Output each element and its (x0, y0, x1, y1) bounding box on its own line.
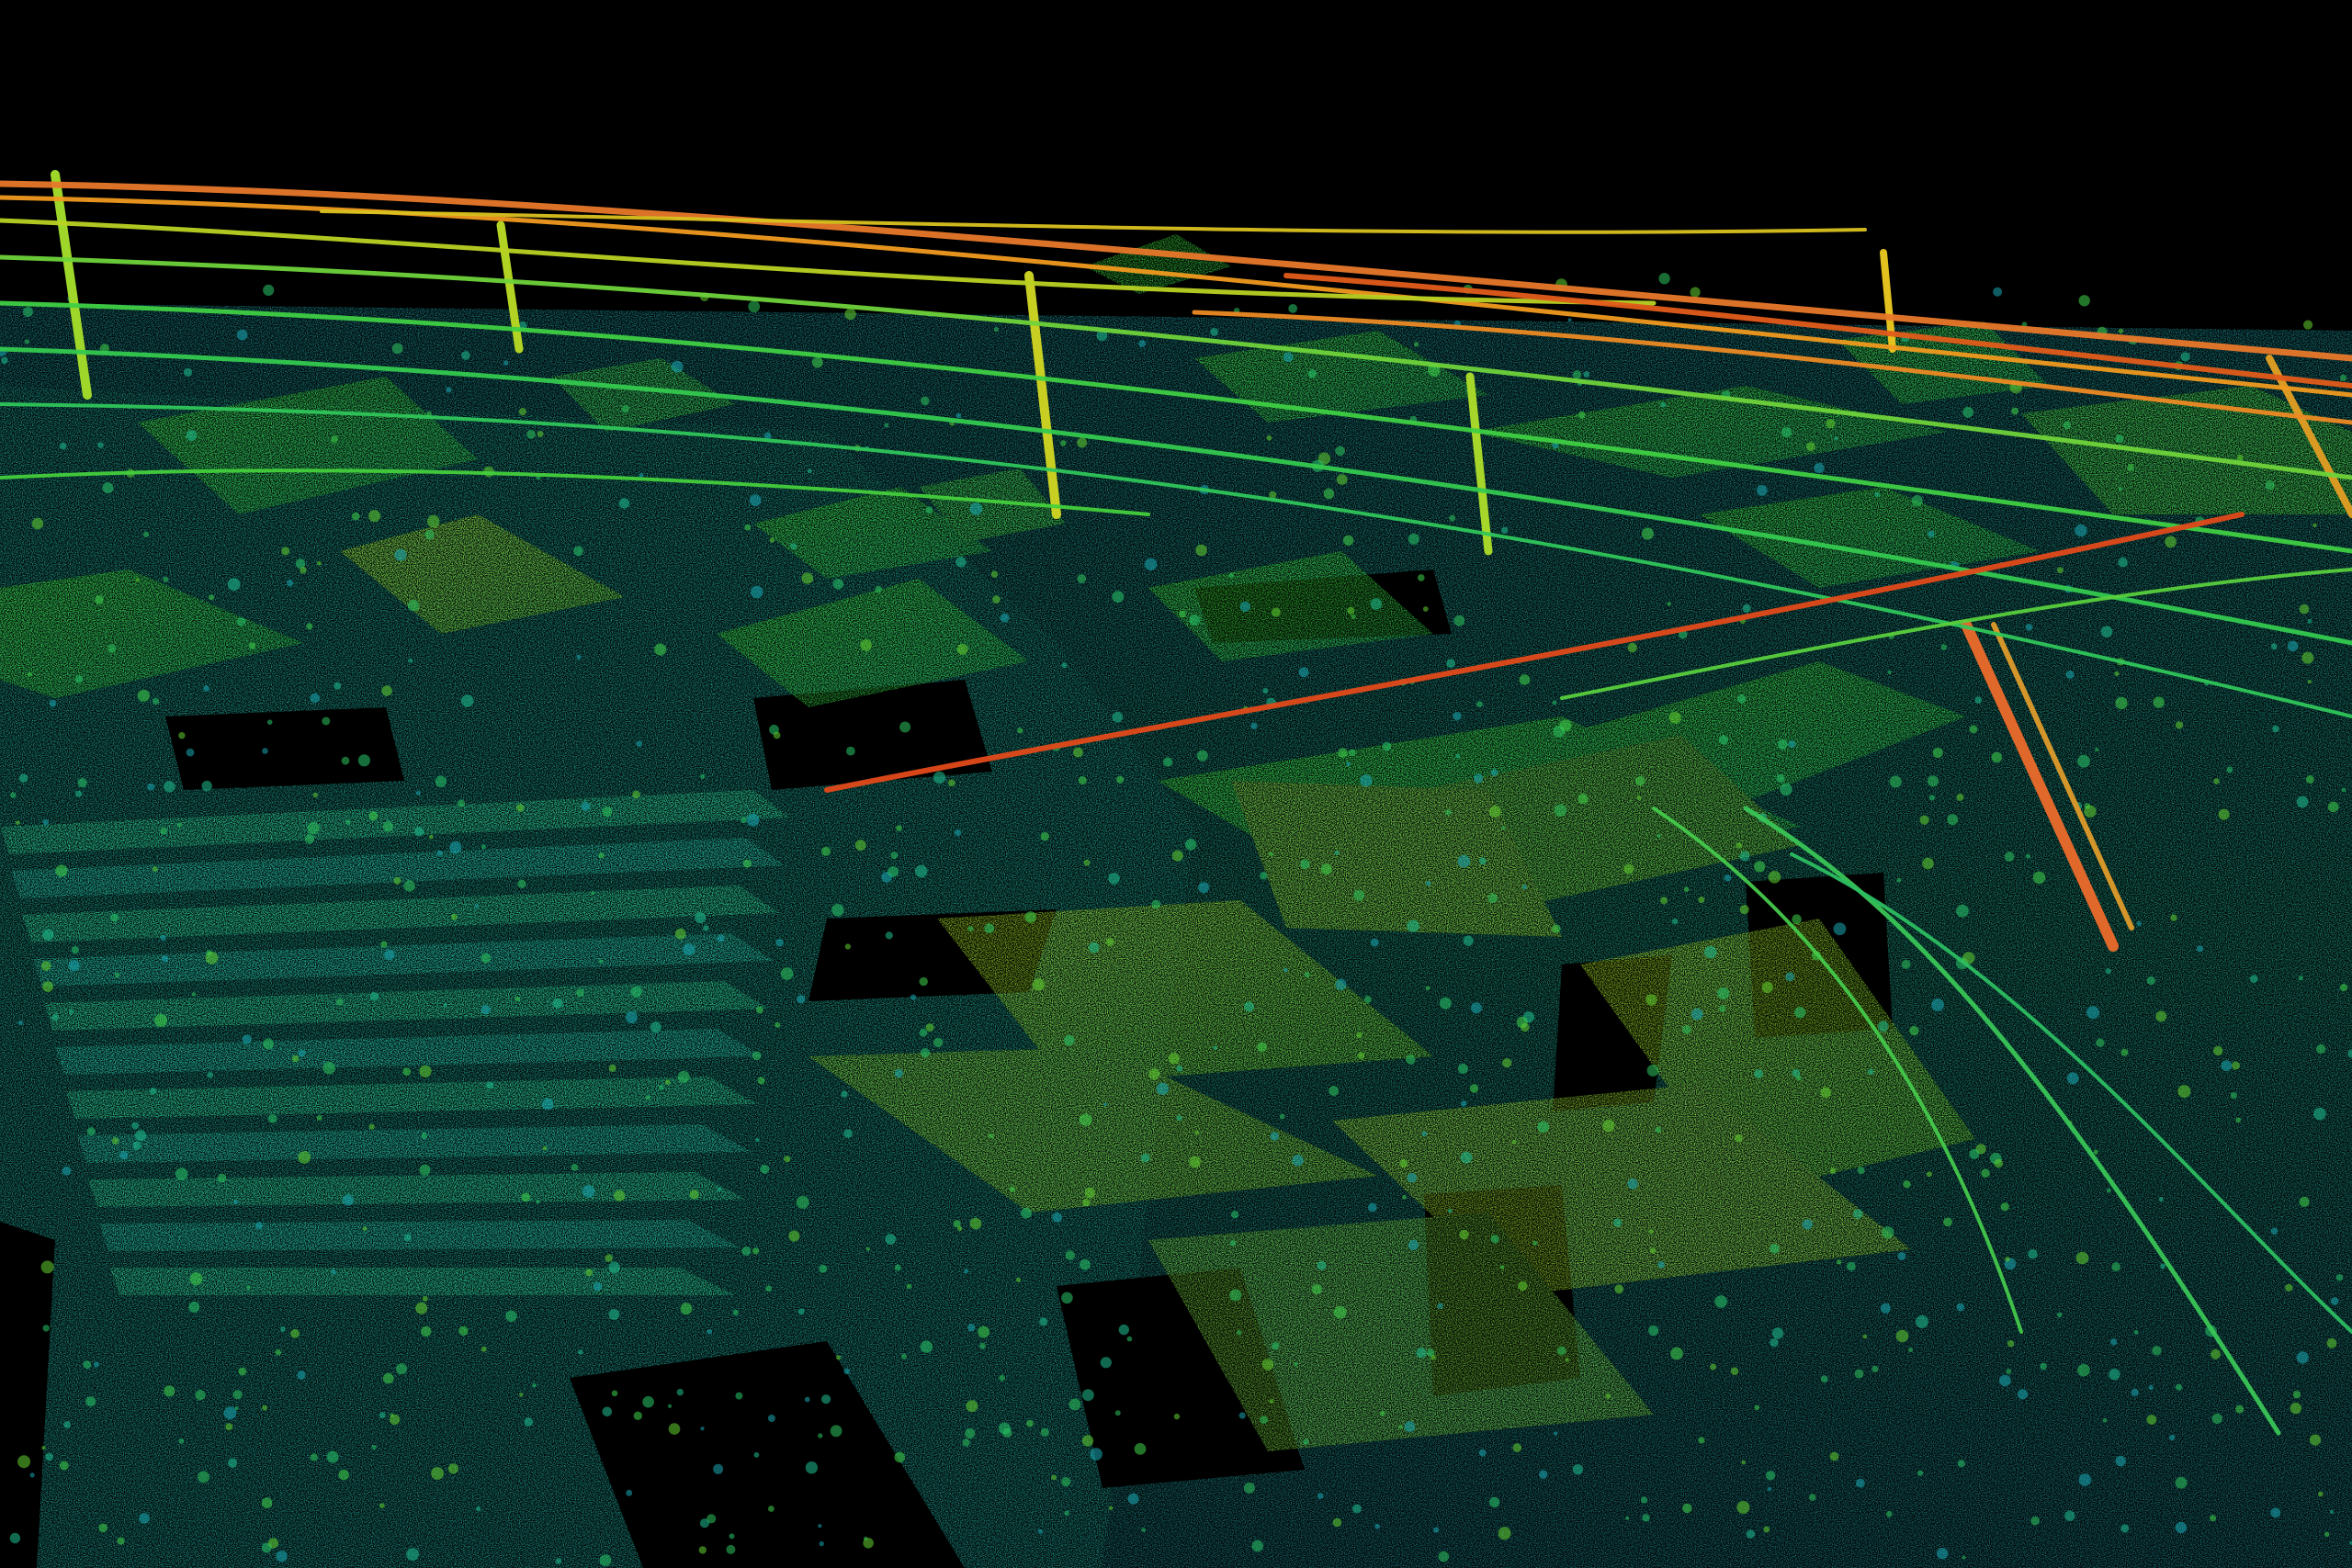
point-cloud-viewport[interactable] (0, 0, 2352, 1568)
point-cloud-canvas (0, 170, 2352, 1568)
